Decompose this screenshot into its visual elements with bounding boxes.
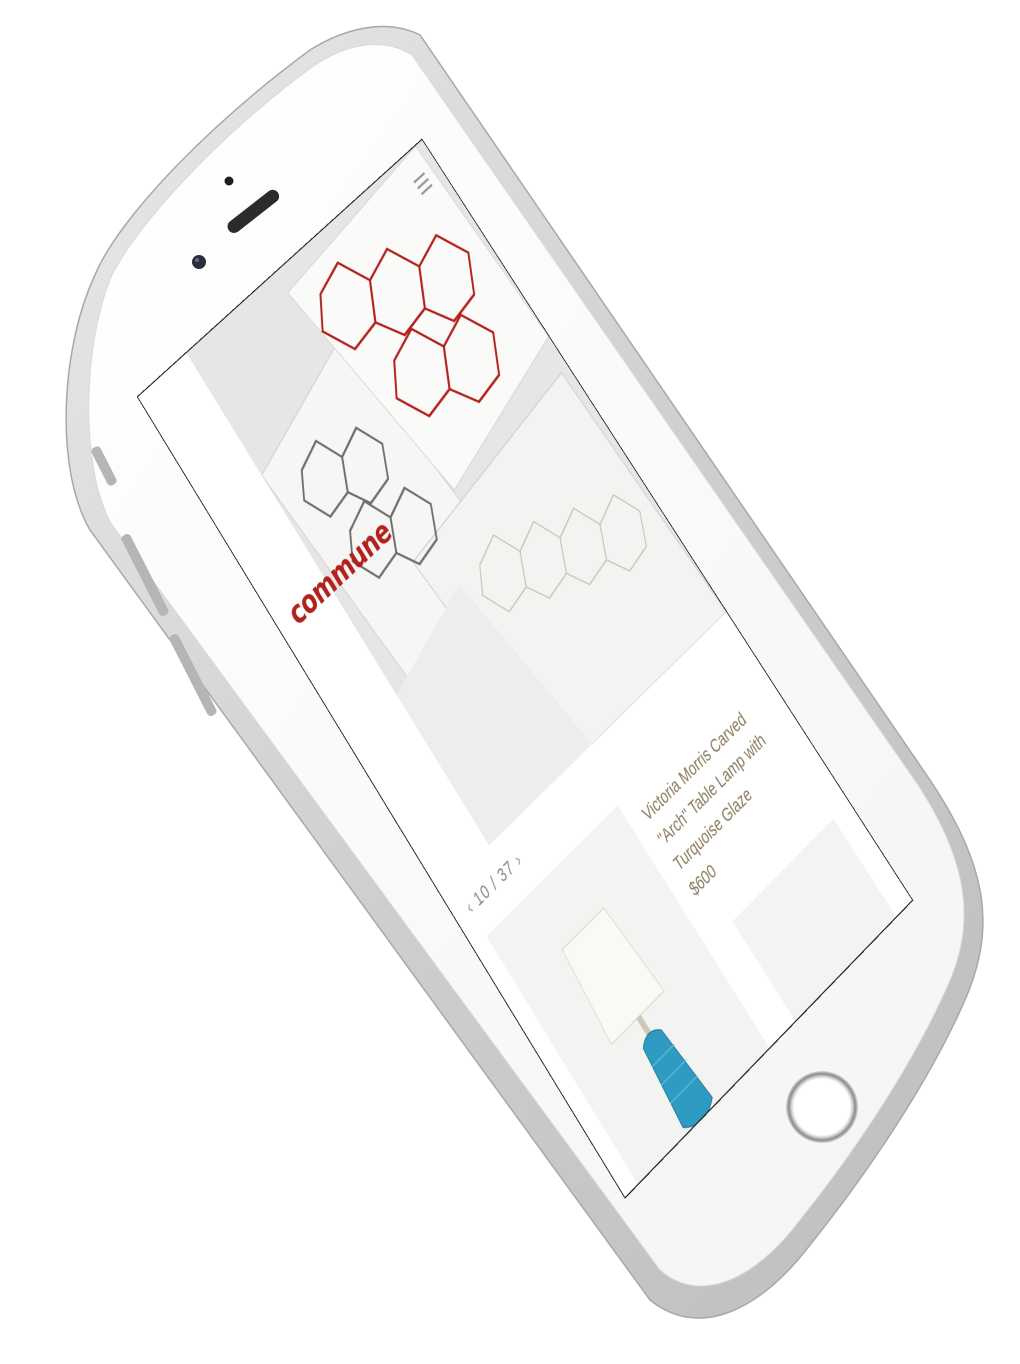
proximity-sensor [224,176,234,186]
stage: commune ‹ 10 / 37 › Victoria Morris Carv… [0,0,1020,1364]
carousel-counter: 10 / 37 [469,855,519,912]
front-camera [192,255,206,269]
